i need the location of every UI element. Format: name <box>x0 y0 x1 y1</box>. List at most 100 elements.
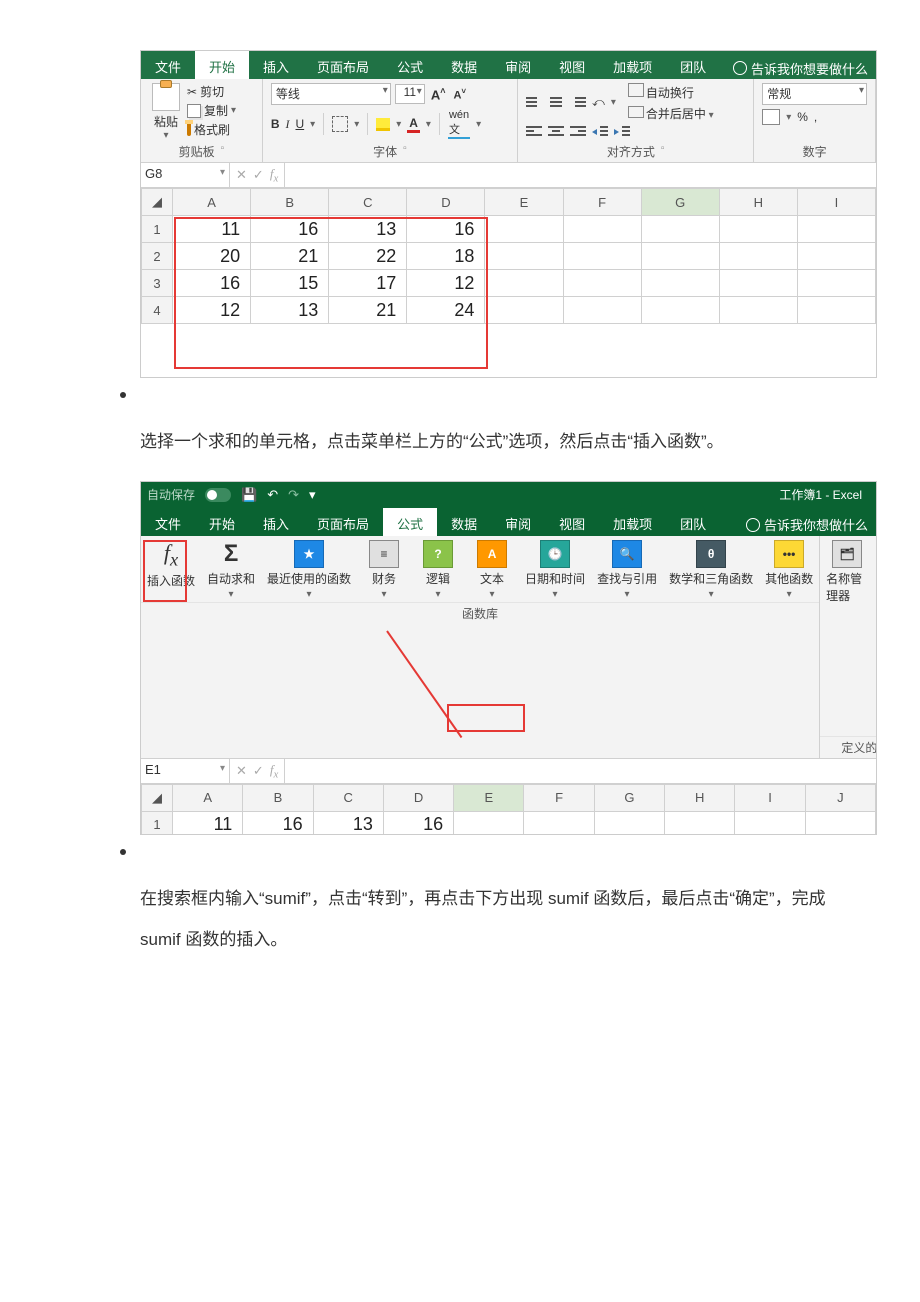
tab-addins[interactable]: 加载项 <box>599 51 666 79</box>
row-header-1[interactable]: 1 <box>142 811 173 835</box>
select-all-corner[interactable]: ◢ <box>142 784 173 811</box>
col-header-I[interactable]: I <box>797 189 875 216</box>
financial-button[interactable]: ≡ 财务▾ <box>357 536 411 602</box>
col-header-A[interactable]: A <box>173 784 243 811</box>
row-header-3[interactable]: 3 <box>142 270 173 297</box>
cell-H1[interactable] <box>665 811 735 835</box>
cell-E1[interactable] <box>454 811 524 835</box>
cell-A4[interactable]: 12 <box>173 297 251 324</box>
fill-color-icon[interactable] <box>376 118 390 131</box>
cell-A3[interactable]: 16 <box>173 270 251 297</box>
orientation-icon[interactable]: ⤺ <box>592 95 605 110</box>
tell-me-search[interactable]: 告诉我你想要做什么 <box>725 51 876 79</box>
cell-D2[interactable]: 18 <box>407 243 485 270</box>
cell-B2[interactable]: 21 <box>251 243 329 270</box>
cell-F3[interactable] <box>563 270 641 297</box>
cell-I3[interactable] <box>797 270 875 297</box>
cell-H4[interactable] <box>719 297 797 324</box>
tab-file[interactable]: 文件 <box>141 51 195 79</box>
cell-B1[interactable]: 16 <box>251 216 329 243</box>
tab-home-2[interactable]: 开始 <box>195 508 249 536</box>
cell-D1[interactable]: 16 <box>383 811 453 835</box>
col-header-C[interactable]: C <box>313 784 383 811</box>
cancel-icon-2[interactable]: ✕ <box>236 763 247 779</box>
cancel-icon[interactable]: ✕ <box>236 167 247 183</box>
accounting-format-icon[interactable] <box>762 109 780 125</box>
redo-icon[interactable]: ↷ <box>288 487 299 503</box>
align-left-icon[interactable] <box>526 126 542 138</box>
font-size-select[interactable]: 11 <box>395 84 425 104</box>
cell-E1[interactable] <box>485 216 563 243</box>
datetime-button[interactable]: 🕒 日期和时间▾ <box>519 536 591 602</box>
cell-F1[interactable] <box>524 811 594 835</box>
italic-button[interactable]: I <box>285 117 289 132</box>
copy-button[interactable]: 复制 ▾ <box>187 102 236 119</box>
cell-D3[interactable]: 12 <box>407 270 485 297</box>
borders-icon[interactable] <box>332 116 348 132</box>
cell-H2[interactable] <box>719 243 797 270</box>
cell-I1[interactable] <box>735 811 805 835</box>
autosum-button[interactable]: Σ 自动求和▾ <box>201 536 261 602</box>
percent-button[interactable]: % <box>797 110 808 124</box>
logical-button[interactable]: ? 逻辑▾ <box>411 536 465 602</box>
cell-E3[interactable] <box>485 270 563 297</box>
col-header-I[interactable]: I <box>735 784 805 811</box>
qat-more-icon[interactable]: ▾ <box>309 487 316 503</box>
cell-A2[interactable]: 20 <box>173 243 251 270</box>
formula-input-2[interactable] <box>285 759 876 783</box>
alignment-launcher-icon[interactable]: ▫ <box>661 143 665 160</box>
col-header-B[interactable]: B <box>251 189 329 216</box>
tab-formulas[interactable]: 公式 <box>383 51 437 79</box>
clipboard-launcher-icon[interactable]: ▫ <box>221 143 225 160</box>
paste-button[interactable]: 粘贴 ▾ <box>149 83 183 141</box>
cell-C1[interactable]: 13 <box>313 811 383 835</box>
col-header-G[interactable]: G <box>594 784 664 811</box>
cell-F1[interactable] <box>563 216 641 243</box>
col-header-C[interactable]: C <box>329 189 407 216</box>
save-icon[interactable]: 💾 <box>241 487 257 503</box>
cell-C2[interactable]: 22 <box>329 243 407 270</box>
cell-G4[interactable] <box>641 297 719 324</box>
font-name-select[interactable]: 等线 <box>271 83 391 105</box>
font-color-icon[interactable]: A <box>407 116 420 133</box>
phonetic-icon[interactable]: wén文 <box>448 109 470 139</box>
cell-B1[interactable]: 16 <box>243 811 313 835</box>
formula-input[interactable] <box>285 163 876 187</box>
cell-J1[interactable] <box>805 811 875 835</box>
font-launcher-icon[interactable]: ▫ <box>403 143 407 160</box>
cell-G1[interactable] <box>594 811 664 835</box>
tab-team[interactable]: 团队 <box>666 51 720 79</box>
tab-layout[interactable]: 页面布局 <box>303 51 383 79</box>
row-header-4[interactable]: 4 <box>142 297 173 324</box>
fx-icon[interactable]: fx <box>270 166 278 185</box>
recent-functions-button[interactable]: ★ 最近使用的函数▾ <box>261 536 357 602</box>
cell-E4[interactable] <box>485 297 563 324</box>
format-painter-button[interactable]: 格式刷 <box>187 121 236 138</box>
tab-layout-2[interactable]: 页面布局 <box>303 508 383 536</box>
cell-I4[interactable] <box>797 297 875 324</box>
tab-data-2[interactable]: 数据 <box>437 508 491 536</box>
cell-D1[interactable]: 16 <box>407 216 485 243</box>
cell-G2[interactable] <box>641 243 719 270</box>
enter-icon-2[interactable]: ✓ <box>253 763 264 779</box>
cell-F4[interactable] <box>563 297 641 324</box>
tab-insert-2[interactable]: 插入 <box>249 508 303 536</box>
tab-home[interactable]: 开始 <box>195 51 249 79</box>
col-header-E[interactable]: E <box>454 784 524 811</box>
align-top-icon[interactable] <box>526 97 542 109</box>
number-format-select[interactable]: 常规 <box>762 83 867 105</box>
spreadsheet-grid-1[interactable]: ◢ABCDEFGHI111161316220212218316151712412… <box>141 188 876 324</box>
other-functions-button[interactable]: ••• 其他函数▾ <box>759 536 819 602</box>
grow-font-icon[interactable]: A˄ <box>429 86 448 102</box>
cell-H1[interactable] <box>719 216 797 243</box>
underline-button[interactable]: U <box>295 117 304 131</box>
lookup-button[interactable]: 🔍 查找与引用▾ <box>591 536 663 602</box>
col-header-B[interactable]: B <box>243 784 313 811</box>
wrap-text-button[interactable]: 自动换行 <box>628 83 714 101</box>
bold-button[interactable]: B <box>271 117 280 131</box>
tab-review-2[interactable]: 审阅 <box>491 508 545 536</box>
text-button[interactable]: A 文本▾ <box>465 536 519 602</box>
autosave-toggle[interactable] <box>205 488 231 502</box>
name-manager-button[interactable]: 🗂 名称管理器 <box>820 536 874 736</box>
select-all-corner[interactable]: ◢ <box>142 189 173 216</box>
